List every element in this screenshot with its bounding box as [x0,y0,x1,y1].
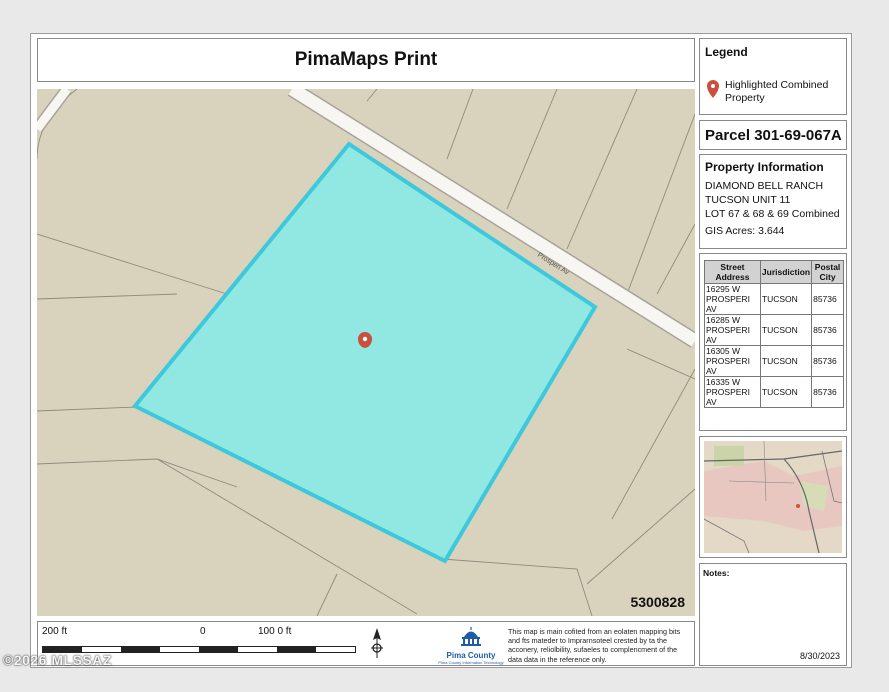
column-header: Postal City [811,260,844,284]
scale-label-middle: 0 [200,626,206,637]
street-address-cell: 16335 W PROSPERI AV [704,376,761,408]
gis-acres: GIS Acres: 3.644 [705,225,785,237]
postal-city-cell: 85736 [811,376,844,408]
disclaimer-text: This map is main cofited from an eolaten… [508,627,681,664]
notes-box: Notes: 8/30/2023 [699,563,847,666]
north-arrow-icon [371,628,383,658]
scale-label-left: 200 ft [42,626,68,637]
table-row: 16305 W PROSPERI AV TUCSON 85736 [704,345,844,377]
map-pin-icon [796,504,800,508]
jurisdiction-cell: TUCSON [759,345,813,377]
street-address-cell: 16285 W PROSPERI AV [704,314,761,346]
page-title: PimaMaps Print [294,49,438,70]
property-info-title: Property Information [705,160,824,174]
postal-city-cell: 85736 [811,345,844,377]
title-box: PimaMaps Print [37,38,695,82]
table-row: 16335 W PROSPERI AV TUCSON 85736 [704,376,844,408]
street-address-cell: 16305 W PROSPERI AV [704,345,761,377]
street-address-cell: 16295 W PROSPERI AV [704,283,761,315]
postal-city-cell: 85736 [811,283,844,315]
legend-title: Legend [705,45,748,59]
postal-city-cell: 85736 [811,314,844,346]
legend-box: Legend Highlighted Combined Property [699,38,847,115]
column-header: Jurisdiction [759,260,813,284]
legend-label: Highlighted Combined Property [725,79,829,104]
address-table-box: Street Address Jurisdiction Postal City … [699,253,847,431]
print-date: 8/30/2023 [799,651,840,661]
property-info-box: Property Information DIAMOND BELL RANCH … [699,154,847,249]
notes-title: Notes: [703,568,730,578]
courthouse-dome-icon [461,627,481,646]
table-row: 16295 W PROSPERI AV TUCSON 85736 [704,283,844,315]
overview-minimap [699,436,847,558]
map-view[interactable]: Prosperi Av 5300828 [37,89,695,616]
property-info-line: LOT 67 & 68 & 69 Combined [705,208,840,220]
logo-name: Pima County [446,651,496,660]
print-sheet: PimaMaps Print Prosperi Av 5300828 200 f… [30,33,852,668]
parcel-map: Prosperi Av [37,89,695,616]
address-table: Street Address Jurisdiction Postal City … [704,260,844,408]
property-info-line: DIAMOND BELL RANCH [705,180,824,192]
parcel-number-label: 5300828 [630,594,685,610]
scale-label-right: 100 0 ft [258,626,292,637]
overview-map [703,440,843,554]
parcel-box: Parcel 301-69-067A [699,120,847,150]
parcel-title: Parcel 301-69-067A [705,126,842,144]
jurisdiction-cell: TUCSON [759,376,813,408]
pima-county-logo: Pima County Pima County Information Tech… [436,626,506,665]
jurisdiction-cell: TUCSON [759,283,813,315]
table-row: 16285 W PROSPERI AV TUCSON 85736 [704,314,844,346]
property-info-line: TUCSON UNIT 11 [705,194,791,206]
column-header: Street Address [704,260,761,284]
jurisdiction-cell: TUCSON [759,314,813,346]
map-pin-icon [707,80,719,98]
scale-box: 200 ft 0 100 0 ft Pima County Pima Count… [37,621,695,666]
mls-watermark: ©2026 MLSSAZ [3,652,112,668]
logo-tagline: Pima County Information Technology [438,660,504,665]
